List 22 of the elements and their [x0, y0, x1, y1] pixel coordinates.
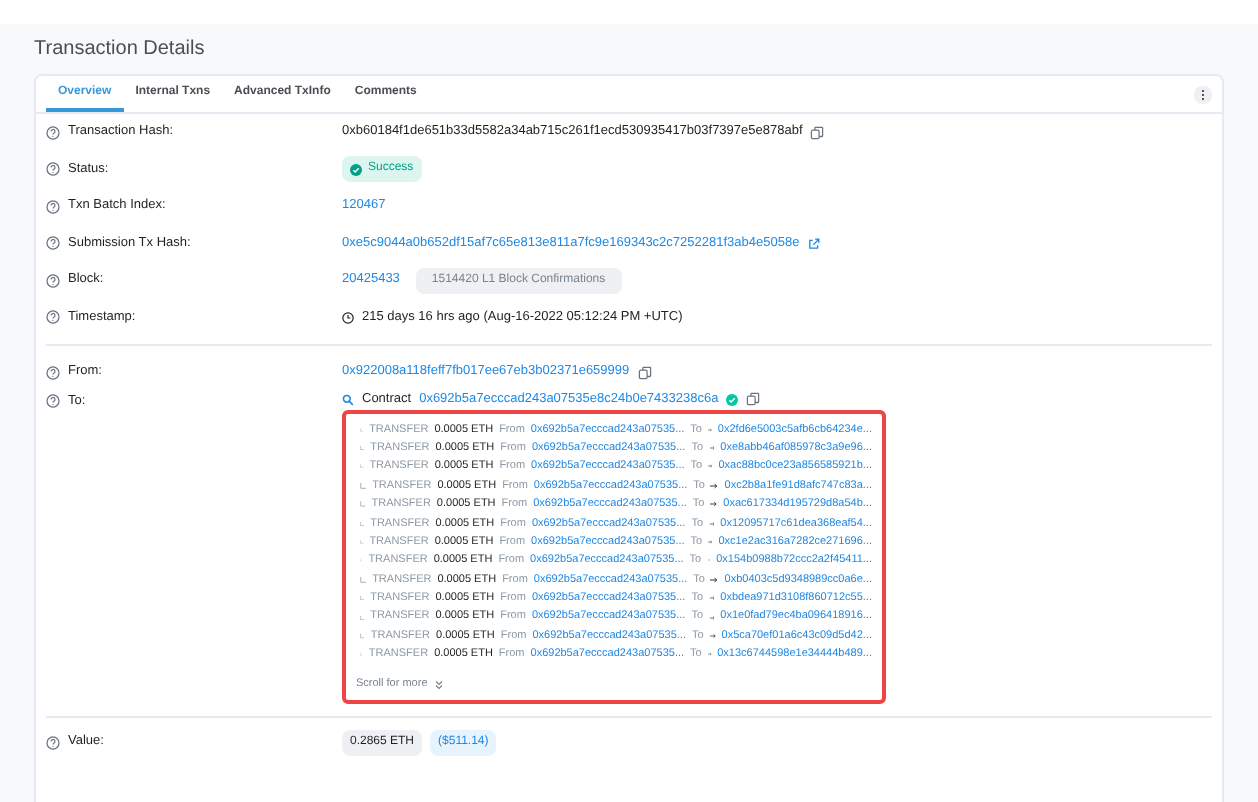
- copy-icon[interactable]: [810, 125, 825, 140]
- help-icon: [46, 735, 60, 750]
- help-icon: [46, 273, 60, 288]
- double-chevron-down-icon: [433, 679, 444, 690]
- help-icon: [46, 125, 60, 140]
- help-icon: [46, 310, 60, 325]
- copy-icon[interactable]: [746, 392, 761, 406]
- help-icon: [46, 236, 60, 251]
- clock-icon: [342, 311, 354, 324]
- verified-check-icon: [726, 393, 739, 405]
- external-link-icon[interactable]: [807, 237, 820, 250]
- help-icon: [46, 162, 60, 177]
- more-options-button[interactable]: [1194, 85, 1212, 103]
- help-icon: [46, 365, 60, 379]
- check-circle-icon: [350, 163, 362, 176]
- search-icon: [342, 393, 354, 405]
- arrow-right-icon: [710, 575, 719, 584]
- help-icon: [46, 199, 60, 214]
- page-title: Transaction Details: [34, 36, 207, 64]
- help-icon: [46, 394, 60, 409]
- copy-icon[interactable]: [637, 365, 652, 379]
- arrow-right-icon: [710, 481, 719, 490]
